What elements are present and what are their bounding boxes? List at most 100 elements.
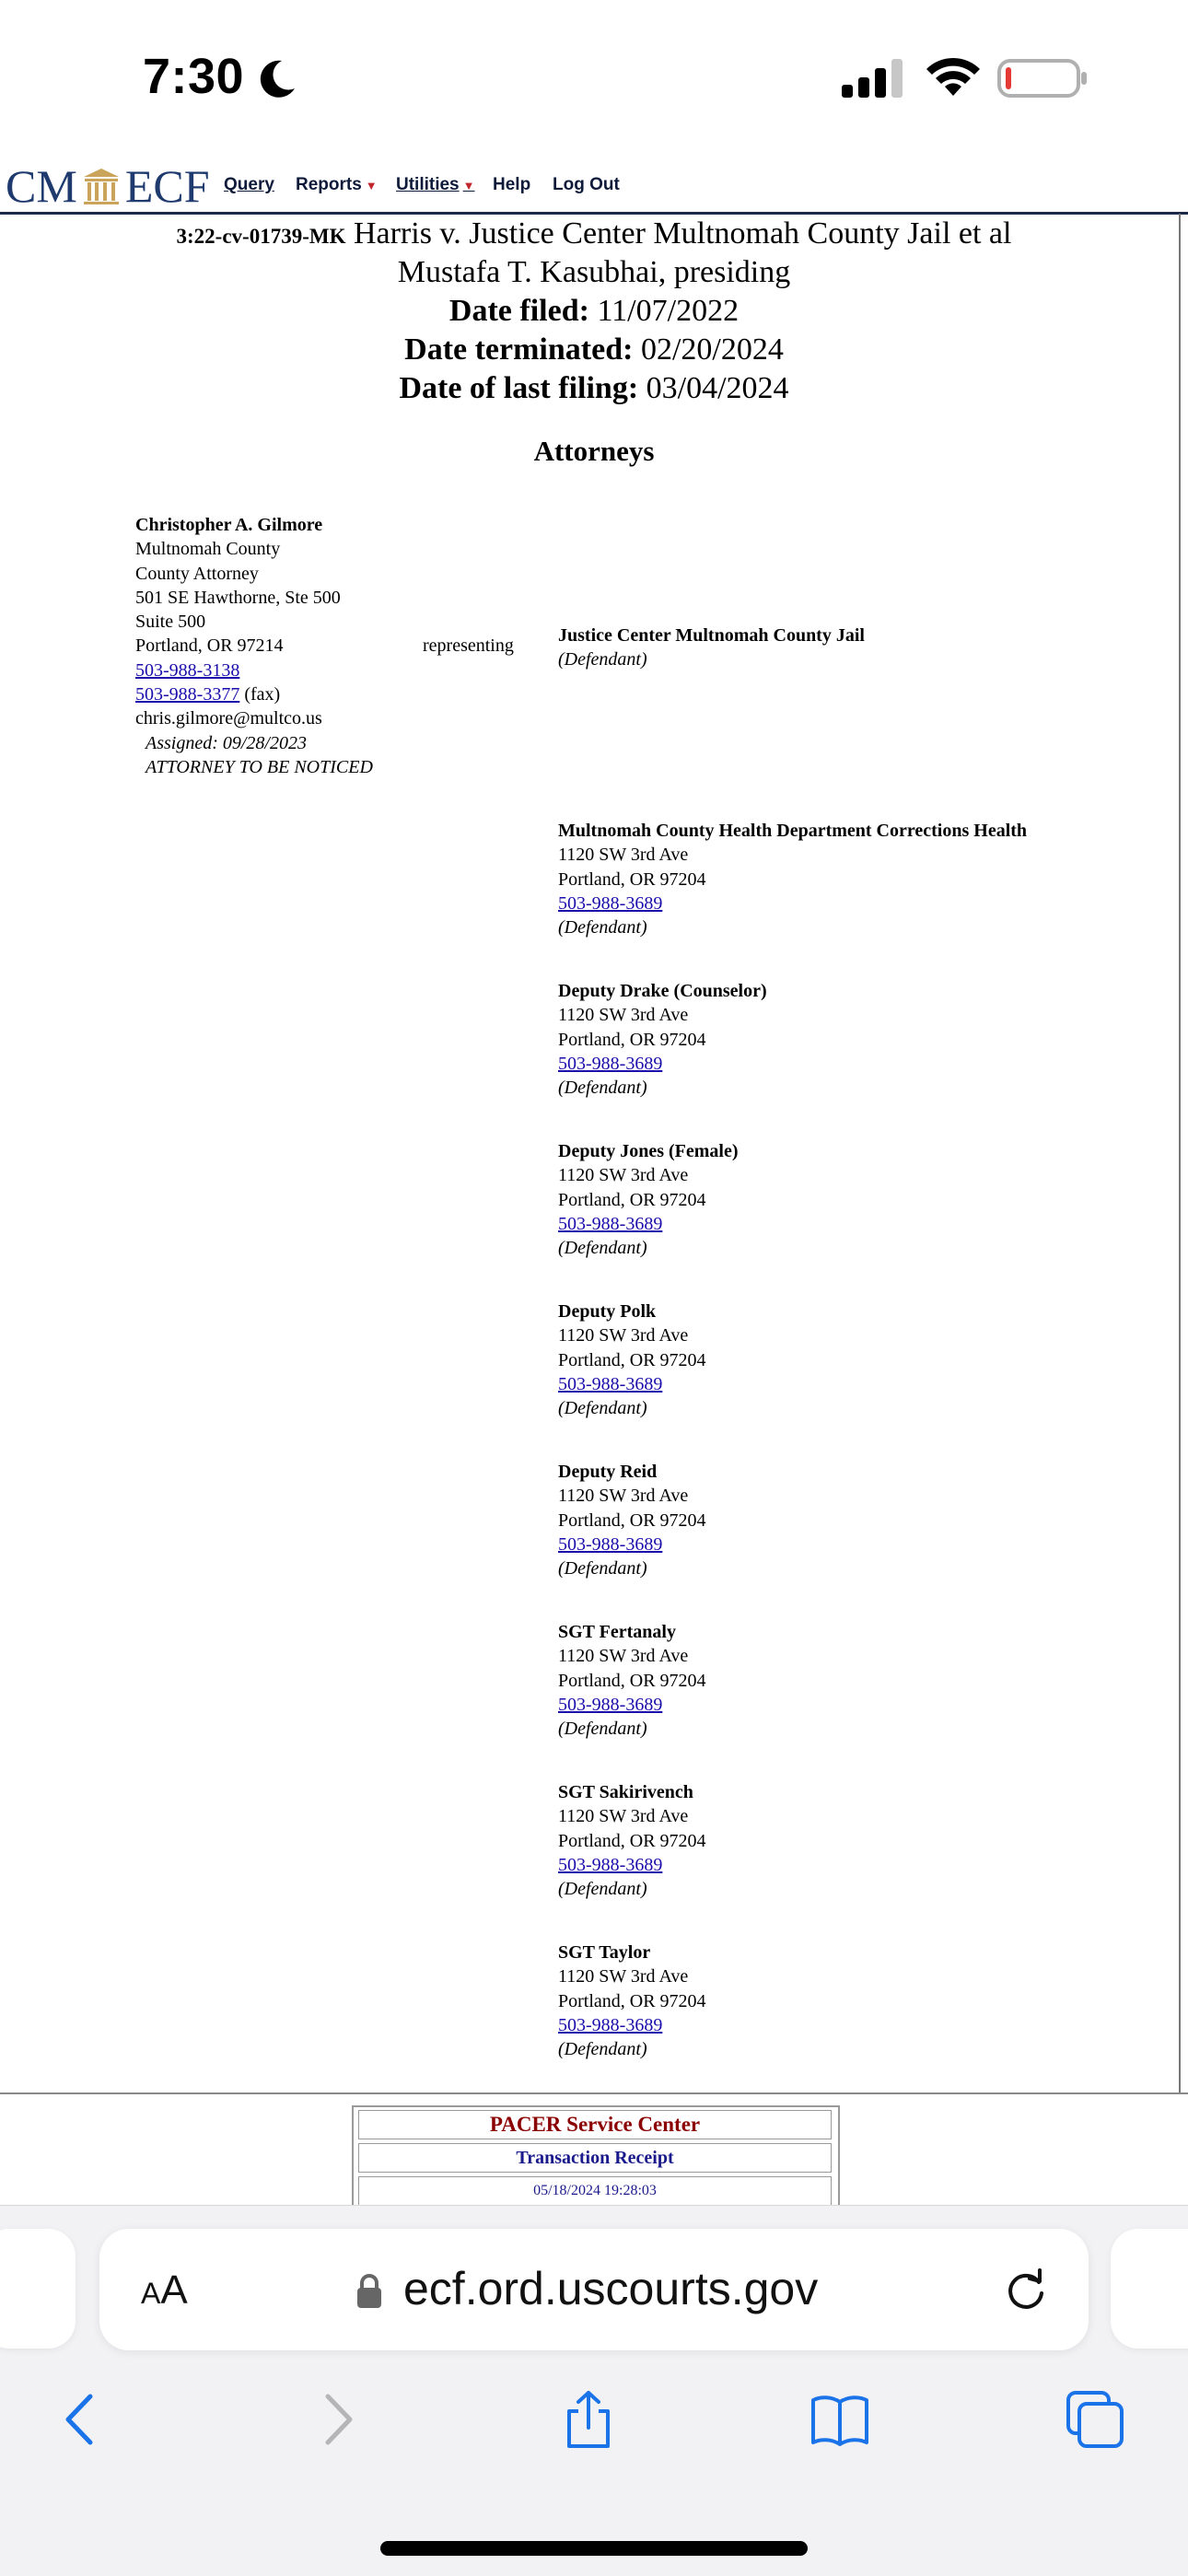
party-item: Deputy Jones (Female) 1120 SW 3rd Ave Po… — [558, 1139, 1147, 1260]
pacer-timestamp: 05/18/2024 19:28:03 — [358, 2176, 832, 2206]
tabs-icon[interactable] — [1065, 2389, 1125, 2450]
attorney-assigned: Assigned: 09/28/2023 — [146, 732, 307, 753]
party-address: 1120 SW 3rd Ave — [558, 1646, 689, 1667]
last-filing-label: Date of last filing: — [399, 371, 639, 405]
attorney-phone-link[interactable]: 503-988-3138 — [135, 660, 239, 681]
date-terminated-row: Date terminated: 02/20/2024 — [0, 332, 1188, 367]
party-address: Portland, OR 97204 — [558, 1189, 706, 1210]
party-role: (Defendant) — [558, 1078, 647, 1099]
menu-query[interactable]: Query — [224, 175, 274, 195]
courthouse-icon — [83, 169, 119, 204]
party-item: SGT Fertanaly 1120 SW 3rd Ave Portland, … — [558, 1620, 1147, 1741]
url-text[interactable]: ecf.ord.uscourts.gov — [403, 2262, 818, 2315]
attorney-line: 501 SE Hawthorne, Ste 500 — [135, 587, 341, 608]
page-right-border — [1179, 214, 1181, 2092]
attorney-line: Portland, OR 97214 — [135, 635, 284, 657]
attorney-name: Christopher A. Gilmore — [135, 515, 323, 535]
party-address: 1120 SW 3rd Ave — [558, 1486, 689, 1507]
menu-reports[interactable]: Reports ▼ — [296, 175, 378, 195]
party-role: (Defendant) — [558, 649, 647, 670]
party-role: (Defendant) — [558, 1238, 647, 1259]
next-tab-preview[interactable] — [1111, 2229, 1188, 2349]
moon-icon — [260, 60, 295, 98]
date-terminated-value: 02/20/2024 — [640, 332, 784, 367]
party-name: SGT Fertanaly — [558, 1622, 676, 1642]
party-item: Multnomah County Health Department Corre… — [558, 819, 1147, 939]
party-phone-link[interactable]: 503-988-3689 — [558, 893, 662, 914]
pacer-subtitle: Transaction Receipt — [358, 2143, 832, 2173]
share-icon[interactable] — [558, 2389, 619, 2450]
fax-suffix: (fax) — [239, 684, 281, 705]
cellular-signal-icon — [842, 59, 903, 98]
party-address: Portland, OR 97204 — [558, 1349, 706, 1370]
party-name: Deputy Drake (Counselor) — [558, 981, 767, 1001]
attorney-line: Multnomah County — [135, 539, 281, 560]
case-number: 3:22-cv-01739-MK — [176, 225, 346, 248]
date-filed-row: Date filed: 11/07/2022 — [0, 294, 1188, 329]
party-name: SGT Taylor — [558, 1942, 651, 1963]
party-address: Portland, OR 97204 — [558, 1029, 706, 1050]
attorney-block: Christopher A. Gilmore Multnomah County … — [135, 513, 439, 779]
party-address: Portland, OR 97204 — [558, 868, 706, 890]
party-name: Multnomah County Health Department Corre… — [558, 821, 1028, 841]
attorney-email: chris.gilmore@multco.us — [135, 708, 322, 729]
battery-icon — [997, 59, 1087, 98]
previous-tab-preview[interactable] — [0, 2229, 76, 2349]
status-bar: 7:30 — [0, 0, 1188, 147]
party-item: SGT Sakirivench 1120 SW 3rd Ave Portland… — [558, 1780, 1147, 1901]
party-address: Portland, OR 97204 — [558, 1830, 706, 1851]
bookmarks-icon[interactable] — [809, 2389, 870, 2450]
forward-icon[interactable] — [308, 2389, 368, 2450]
pacer-receipt-table: PACER Service Center Transaction Receipt… — [352, 2105, 840, 2209]
date-filed-value: 11/07/2022 — [597, 294, 740, 328]
logo-text-ecf: ECF — [124, 160, 210, 212]
horizontal-divider — [0, 2092, 1188, 2094]
date-terminated-label: Date terminated: — [404, 332, 634, 367]
reports-dropdown-caret-icon: ▼ — [365, 179, 378, 192]
attorney-line: County Attorney — [135, 563, 259, 584]
party-item: Deputy Polk 1120 SW 3rd Ave Portland, OR… — [558, 1300, 1147, 1420]
status-time: 7:30 — [143, 49, 245, 104]
representing-label: representing — [423, 635, 514, 656]
menu-reports-label: Reports — [296, 175, 362, 194]
party-phone-link[interactable]: 503-988-3689 — [558, 1855, 662, 1875]
party-role: (Defendant) — [558, 917, 647, 938]
party-phone-link[interactable]: 503-988-3689 — [558, 1054, 662, 1074]
utilities-dropdown-caret-icon: ▼ — [462, 179, 475, 192]
menu-help[interactable]: Help — [493, 175, 530, 195]
party-name: Deputy Polk — [558, 1301, 657, 1322]
back-icon[interactable] — [50, 2389, 111, 2450]
party-role: (Defendant) — [558, 1398, 647, 1419]
party-address: 1120 SW 3rd Ave — [558, 845, 689, 866]
menu-utilities[interactable]: Utilities ▼ — [396, 175, 475, 195]
attorneys-heading: Attorneys — [533, 435, 655, 467]
party-item: SGT Taylor 1120 SW 3rd Ave Portland, OR … — [558, 1941, 1147, 2061]
party-item: Deputy Drake (Counselor) 1120 SW 3rd Ave… — [558, 979, 1147, 1100]
party-phone-link[interactable]: 503-988-3689 — [558, 2015, 662, 2035]
attorney-notice: ATTORNEY TO BE NOTICED — [146, 756, 373, 777]
page-format-button[interactable]: AA — [141, 2267, 188, 2314]
party-phone-link[interactable]: 503-988-3689 — [558, 1214, 662, 1234]
party-address: 1120 SW 3rd Ave — [558, 1966, 689, 1987]
wifi-icon — [926, 57, 980, 96]
party-phone-link[interactable]: 503-988-3689 — [558, 1374, 662, 1394]
reload-icon[interactable] — [1002, 2266, 1050, 2314]
party-name: Justice Center Multnomah County Jail — [558, 625, 865, 646]
party-phone-link[interactable]: 503-988-3689 — [558, 1534, 662, 1555]
party-name: SGT Sakirivench — [558, 1782, 693, 1802]
party-phone-link[interactable]: 503-988-3689 — [558, 1695, 662, 1715]
party-item: Justice Center Multnomah County Jail (De… — [558, 624, 1147, 672]
attorney-fax-link[interactable]: 503-988-3377 — [135, 684, 239, 705]
lock-icon — [357, 2274, 381, 2308]
menu-logout[interactable]: Log Out — [553, 175, 620, 195]
party-address: 1120 SW 3rd Ave — [558, 1325, 689, 1346]
aa-big: A — [160, 2267, 188, 2313]
last-filing-value: 03/04/2024 — [646, 371, 789, 405]
logo-text-cm: CM — [6, 160, 77, 212]
cmecf-logo[interactable]: CM ECF — [6, 160, 210, 212]
party-address: 1120 SW 3rd Ave — [558, 1806, 689, 1827]
case-judge: Mustafa T. Kasubhai, presiding — [397, 255, 791, 289]
party-address: Portland, OR 97204 — [558, 1990, 706, 2011]
attorney-line: Suite 500 — [135, 612, 206, 633]
aa-small: A — [141, 2277, 161, 2310]
